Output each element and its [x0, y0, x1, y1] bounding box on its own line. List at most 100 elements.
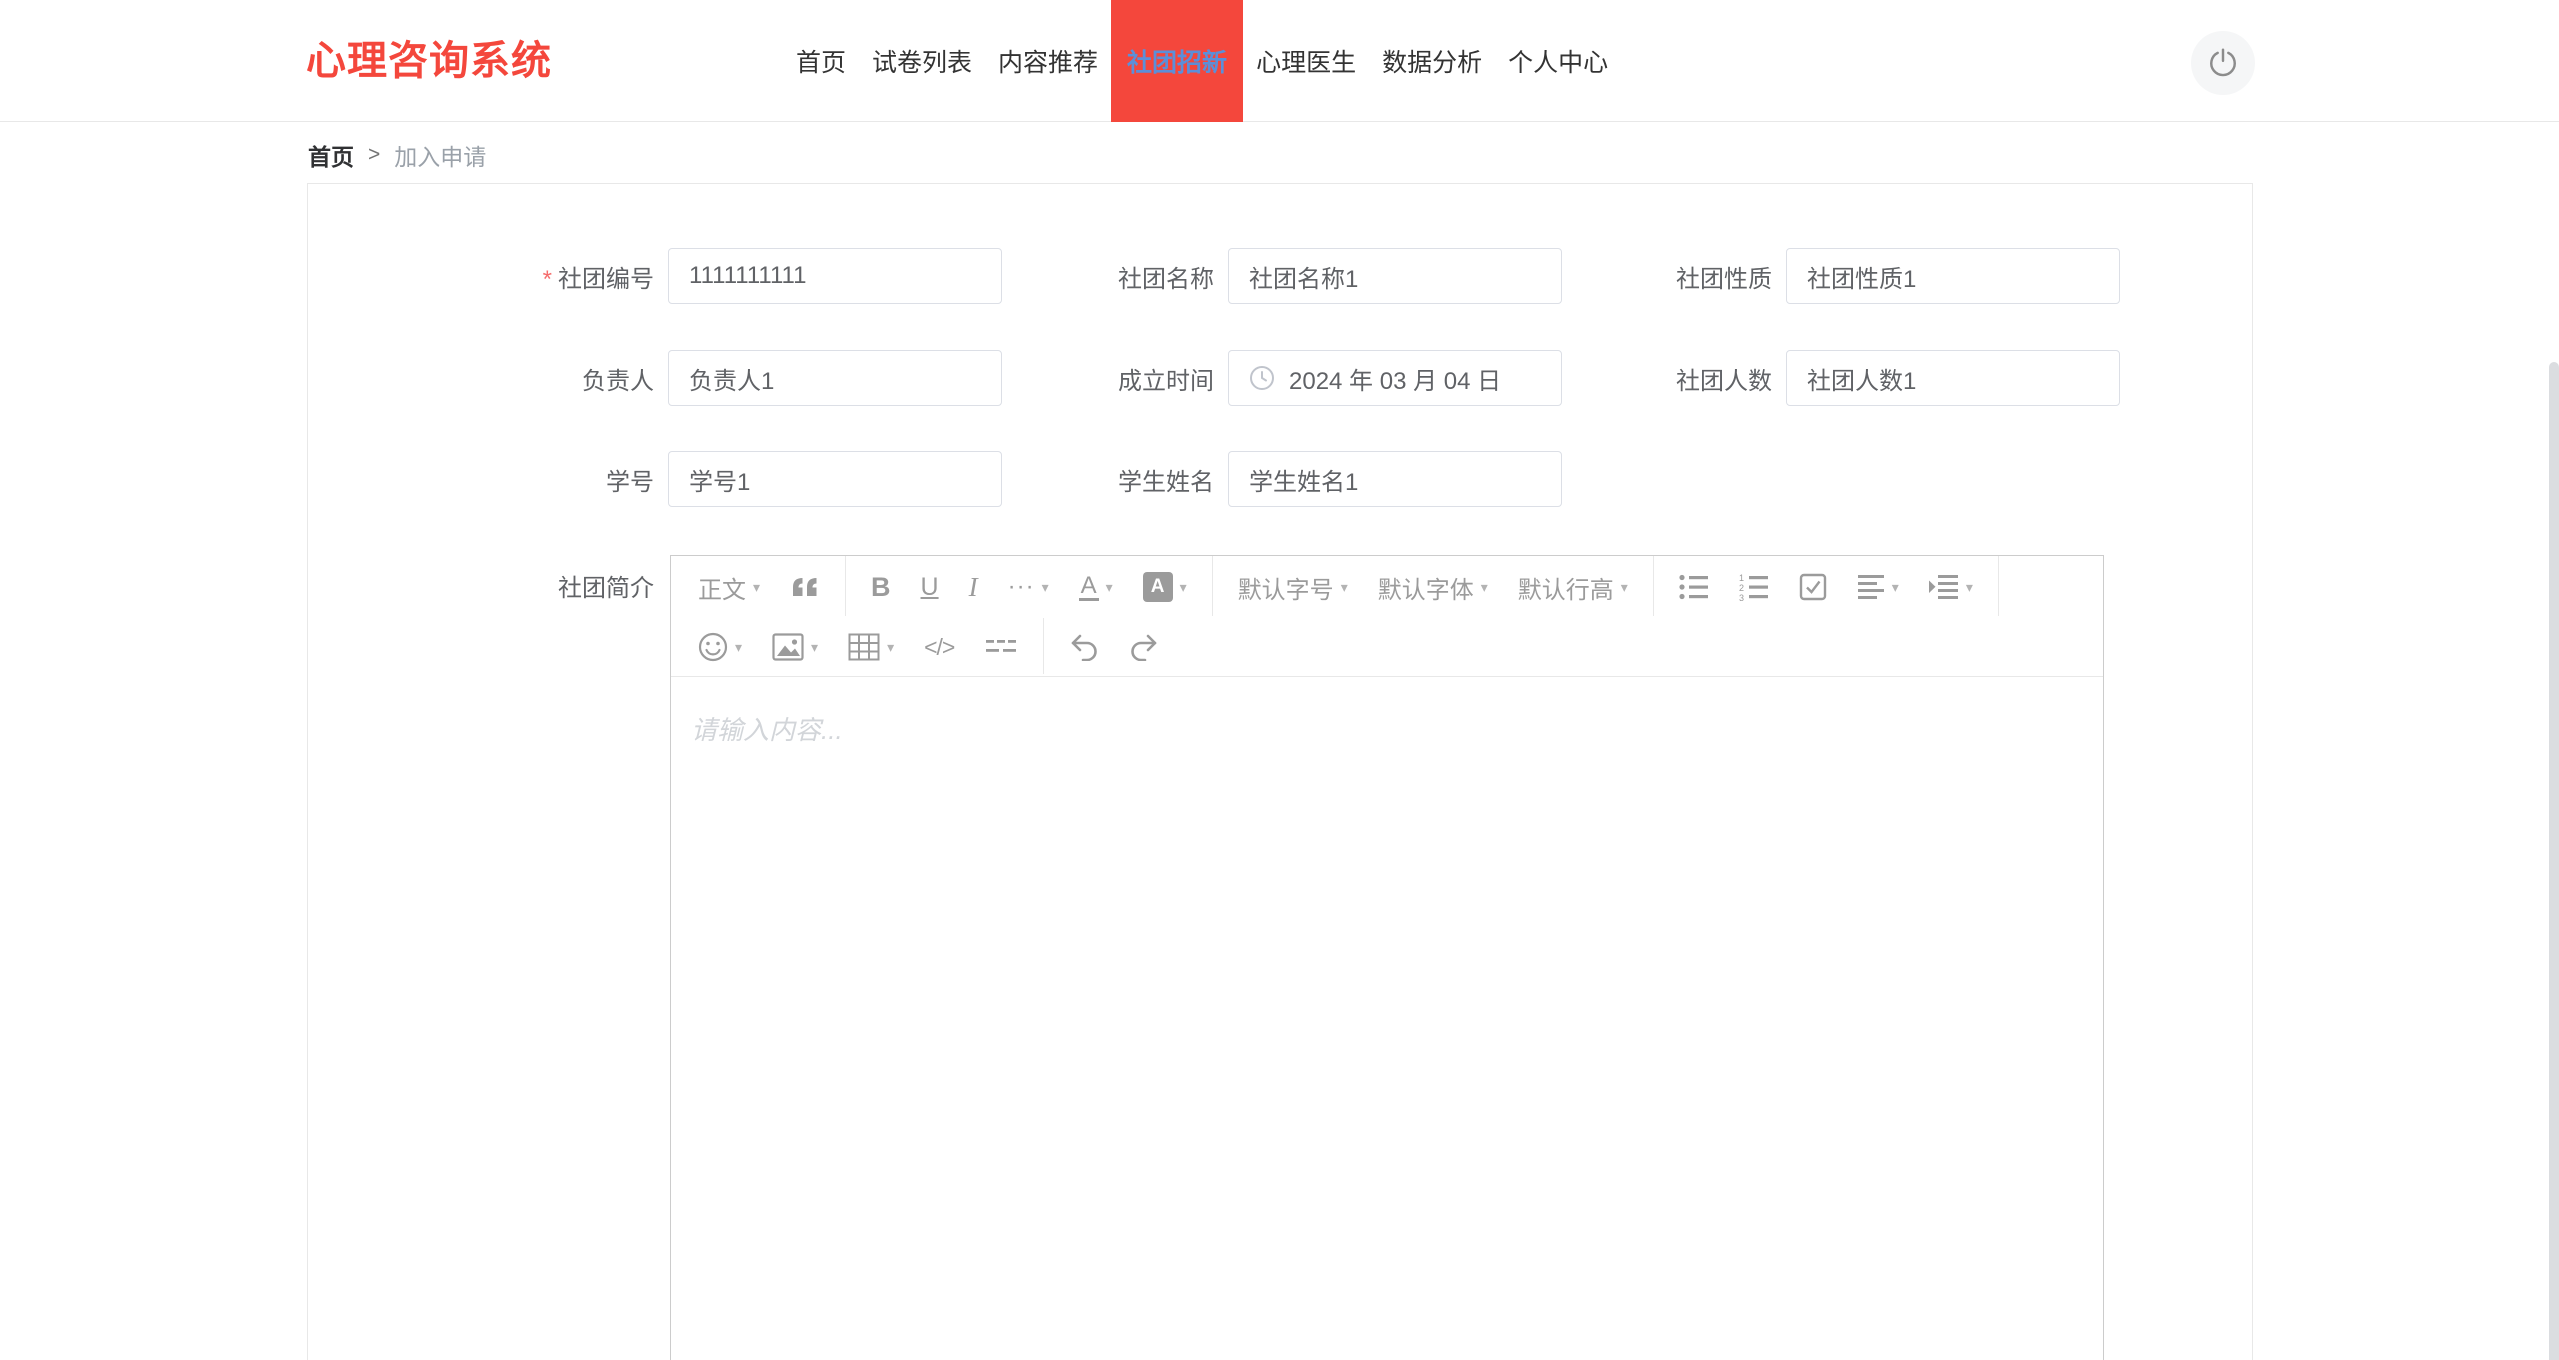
font-family-dropdown[interactable]: 默认字体 ▾ [1363, 570, 1503, 605]
leader-input[interactable]: 负责人1 [668, 350, 1002, 406]
student-name-field: 学生姓名 学生姓名1 [964, 451, 1562, 507]
student-id-field: 学号 学号1 [404, 451, 1002, 507]
found-date-field: 成立时间 2024 年 03 月 04 日 [964, 350, 1562, 406]
align-icon [1857, 574, 1885, 600]
main-nav: 首页 试卷列表 内容推荐 社团招新 心理医生 数据分析 个人中心 [783, 0, 1621, 122]
todo-checkbox-icon [1799, 573, 1827, 601]
italic-icon: I [968, 571, 978, 602]
redo-button[interactable] [1114, 633, 1174, 661]
emoji-dropdown[interactable]: ▾ [683, 632, 757, 662]
image-icon [772, 633, 804, 661]
align-dropdown[interactable]: ▾ [1842, 574, 1914, 600]
chevron-down-icon: ▾ [811, 638, 819, 655]
breadcrumb-separator: > [368, 143, 381, 166]
image-dropdown[interactable]: ▾ [757, 633, 833, 661]
font-size-dropdown[interactable]: 默认字号 ▾ [1223, 570, 1363, 605]
student-name-input[interactable]: 学生姓名1 [1228, 451, 1562, 507]
logout-button[interactable] [2191, 31, 2255, 95]
indent-dropdown[interactable]: ▾ [1914, 574, 1988, 600]
app-logo[interactable]: 心理咨询系统 [306, 0, 552, 122]
ordered-list-button[interactable]: 1 2 3 [1724, 573, 1784, 601]
club-number-field: * 社团编号 1111111111 [404, 248, 1002, 304]
editor-toolbar: 正文 ▾ B U I ··· ▾ A ▾ A ▾ 默认字号 ▾ 默认字体 ▾ 默… [671, 556, 2103, 677]
svg-text:2: 2 [1739, 583, 1744, 593]
emoji-icon [698, 632, 728, 662]
nav-item-psychologist[interactable]: 心理医生 [1243, 0, 1369, 122]
leader-field: 负责人 负责人1 [404, 350, 1002, 406]
toolbar-separator [1211, 556, 1213, 616]
editor-content-area[interactable]: 请输入内容... [671, 677, 2103, 780]
nav-item-data-analysis[interactable]: 数据分析 [1369, 0, 1495, 122]
vertical-scrollbar[interactable] [2549, 362, 2559, 1360]
nav-item-home[interactable]: 首页 [783, 0, 859, 122]
bold-icon: B [871, 571, 891, 602]
nav-item-content-recommend[interactable]: 内容推荐 [985, 0, 1111, 122]
toolbar-separator [1652, 556, 1654, 616]
breadcrumb: 首页 > 加入申请 [308, 138, 486, 172]
member-count-input[interactable]: 社团人数1 [1786, 350, 2120, 406]
undo-button[interactable] [1054, 633, 1114, 661]
italic-button[interactable]: I [954, 572, 993, 603]
svg-text:1: 1 [1739, 573, 1744, 583]
ordered-list-icon: 1 2 3 [1739, 573, 1769, 601]
club-name-input[interactable]: 社团名称1 [1228, 248, 1562, 304]
chevron-down-icon: ▾ [1179, 578, 1187, 595]
rich-text-editor: 正文 ▾ B U I ··· ▾ A ▾ A ▾ 默认字号 ▾ 默认字体 ▾ 默… [670, 555, 2104, 1360]
quote-icon [790, 575, 820, 599]
chevron-down-icon: ▾ [1105, 578, 1113, 595]
bullet-list-button[interactable] [1664, 573, 1724, 601]
todo-list-button[interactable] [1784, 573, 1842, 601]
table-dropdown[interactable]: ▾ [833, 633, 909, 661]
club-number-label: * 社团编号 [542, 265, 654, 293]
editor-placeholder: 请输入内容... [691, 715, 843, 745]
breadcrumb-home[interactable]: 首页 [308, 138, 354, 172]
page: 心理咨询系统 首页 试卷列表 内容推荐 社团招新 心理医生 数据分析 个人中心 … [0, 0, 2559, 1360]
toolbar-separator [845, 556, 847, 616]
nav-item-paper-list[interactable]: 试卷列表 [859, 0, 985, 122]
club-nature-input[interactable]: 社团性质1 [1786, 248, 2120, 304]
divider-button[interactable] [969, 638, 1033, 656]
paragraph-style-dropdown[interactable]: 正文 ▾ [683, 570, 775, 605]
underline-icon: U [920, 572, 939, 601]
font-color-dropdown[interactable]: A ▾ [1064, 573, 1128, 602]
line-height-dropdown[interactable]: 默认行高 ▾ [1503, 570, 1643, 605]
table-icon [848, 633, 880, 661]
quote-button[interactable] [775, 575, 835, 599]
code-icon: </> [924, 633, 955, 660]
club-nature-label: 社团性质 [1676, 265, 1772, 293]
chevron-down-icon: ▾ [735, 638, 743, 655]
bg-color-dropdown[interactable]: A ▾ [1128, 572, 1202, 602]
chevron-down-icon: ▾ [1891, 578, 1899, 595]
club-name-label: 社团名称 [1118, 265, 1214, 293]
club-name-field: 社团名称 社团名称1 [964, 248, 1562, 304]
indent-icon [1928, 574, 1959, 600]
chevron-down-icon: ▾ [753, 578, 761, 595]
redo-icon [1129, 633, 1159, 661]
club-number-input[interactable]: 1111111111 [668, 248, 1002, 304]
student-id-input[interactable]: 学号1 [668, 451, 1002, 507]
underline-button[interactable]: U [906, 573, 954, 602]
font-color-icon: A [1078, 573, 1099, 602]
code-block-button[interactable]: </> [909, 634, 969, 661]
nav-item-club-recruit[interactable]: 社团招新 [1111, 0, 1244, 122]
club-nature-field: 社团性质 社团性质1 [1522, 248, 2120, 304]
bold-button[interactable]: B [856, 572, 906, 603]
bullet-list-icon [1679, 573, 1709, 601]
top-navbar: 心理咨询系统 首页 试卷列表 内容推荐 社团招新 心理医生 数据分析 个人中心 [0, 0, 2559, 122]
toolbar-separator [1043, 618, 1045, 674]
chevron-down-icon: ▾ [1620, 578, 1628, 595]
breadcrumb-current: 加入申请 [394, 144, 487, 170]
found-date-input[interactable]: 2024 年 03 月 04 日 [1228, 350, 1562, 406]
nav-item-personal-center[interactable]: 个人中心 [1495, 0, 1621, 122]
chevron-down-icon: ▾ [1041, 578, 1049, 595]
toolbar-separator [1997, 556, 1999, 616]
leader-label: 负责人 [582, 367, 654, 395]
required-asterisk: * [542, 265, 552, 293]
more-styles-dropdown[interactable]: ··· ▾ [993, 573, 1064, 601]
svg-text:3: 3 [1739, 593, 1744, 601]
student-name-label: 学生姓名 [1118, 468, 1214, 496]
more-icon: ··· [1007, 573, 1035, 600]
chevron-down-icon: ▾ [1480, 578, 1488, 595]
club-intro-label: 社团简介 [558, 575, 654, 602]
chevron-down-icon: ▾ [1340, 578, 1348, 595]
